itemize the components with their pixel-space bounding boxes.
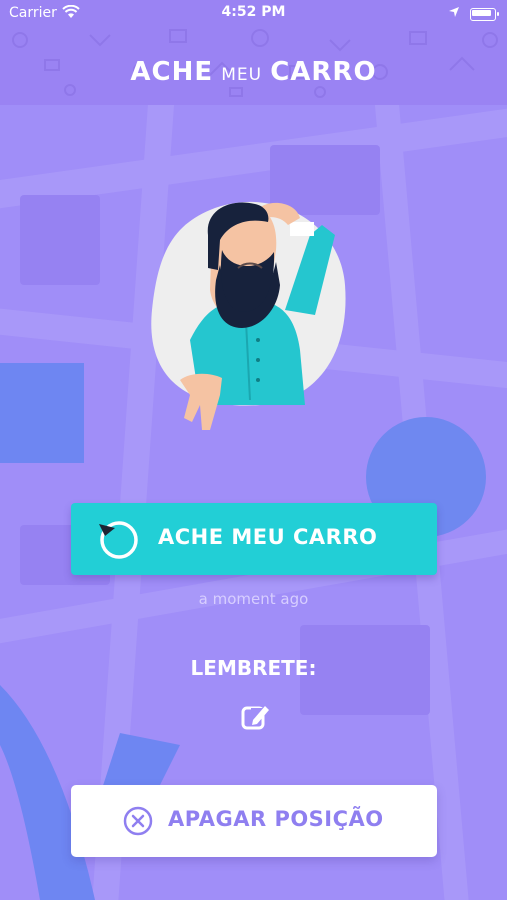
app-screen: Carrier 4:52 PM ACHE MEU CARRO ACHE MEU …	[0, 0, 507, 900]
find-button-label: ACHE MEU CARRO	[158, 525, 378, 549]
app-logo: ACHE MEU CARRO	[0, 57, 507, 87]
header-bar: Carrier 4:52 PM ACHE MEU CARRO	[0, 0, 507, 105]
status-time: 4:52 PM	[221, 4, 286, 20]
status-bar: Carrier 4:52 PM	[0, 0, 507, 28]
clear-position-button[interactable]: APAGAR POSIÇÃO	[71, 785, 437, 857]
location-arrow-icon	[449, 7, 459, 17]
clear-button-label: APAGAR POSIÇÃO	[168, 807, 384, 831]
confused-man-illustration	[151, 201, 346, 430]
reminder-label: LEMBRETE:	[190, 656, 317, 680]
find-my-car-button[interactable]: ACHE MEU CARRO	[71, 503, 437, 575]
logo-word-ache: ACHE	[130, 57, 214, 87]
edit-icon[interactable]	[241, 702, 271, 732]
logo-word-meu: MEU	[221, 65, 263, 85]
close-circle-icon	[123, 806, 153, 836]
last-update-time: a moment ago	[198, 590, 309, 608]
battery-icon	[470, 8, 499, 21]
refresh-icon	[99, 521, 138, 559]
logo-word-carro: CARRO	[270, 57, 377, 87]
